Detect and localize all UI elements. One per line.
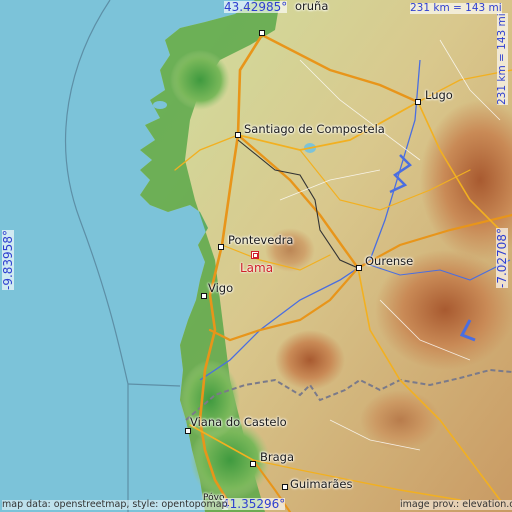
lon-right-label: -7.02708° <box>495 228 509 288</box>
location-marker[interactable] <box>251 251 259 259</box>
city-label-vigo: Vigo <box>208 281 234 295</box>
city-label-santiago: Santiago de Compostela <box>244 122 385 136</box>
city-marker-corunna <box>259 30 265 36</box>
lat-bottom-label: 41.35296° <box>222 497 286 511</box>
city-marker-braga <box>250 461 256 467</box>
city-label-corunna: oruña <box>295 0 329 13</box>
city-marker-pontevedra <box>218 244 224 250</box>
scale-right: 231 km = 143 mi <box>496 13 508 105</box>
city-marker-vigo <box>201 293 207 299</box>
attribution-left: map data: openstreetmap, style: opentopo… <box>2 499 228 510</box>
city-marker-santiago <box>235 132 241 138</box>
city-label-braga: Braga <box>260 450 295 464</box>
lat-top-label: 43.42985° <box>224 0 288 14</box>
city-label-lugo: Lugo <box>425 88 453 102</box>
attribution-right: image prov.: elevation.city <box>400 500 512 510</box>
city-marker-guimaraes <box>282 484 288 490</box>
scale-top: 231 km = 143 mi <box>410 2 502 14</box>
lon-left-label: -9.83958° <box>1 230 15 290</box>
city-label-pontevedra: Pontevedra <box>228 233 294 247</box>
city-marker-ourense <box>356 265 362 271</box>
mountain-region-south <box>375 250 512 370</box>
city-label-ourense: Ourense <box>365 254 414 268</box>
city-marker-lugo <box>415 99 421 105</box>
place-label: Lama <box>240 261 274 275</box>
city-label-viana: Viana do Castelo <box>190 415 287 429</box>
city-label-guimaraes: Guimarães <box>290 477 353 491</box>
